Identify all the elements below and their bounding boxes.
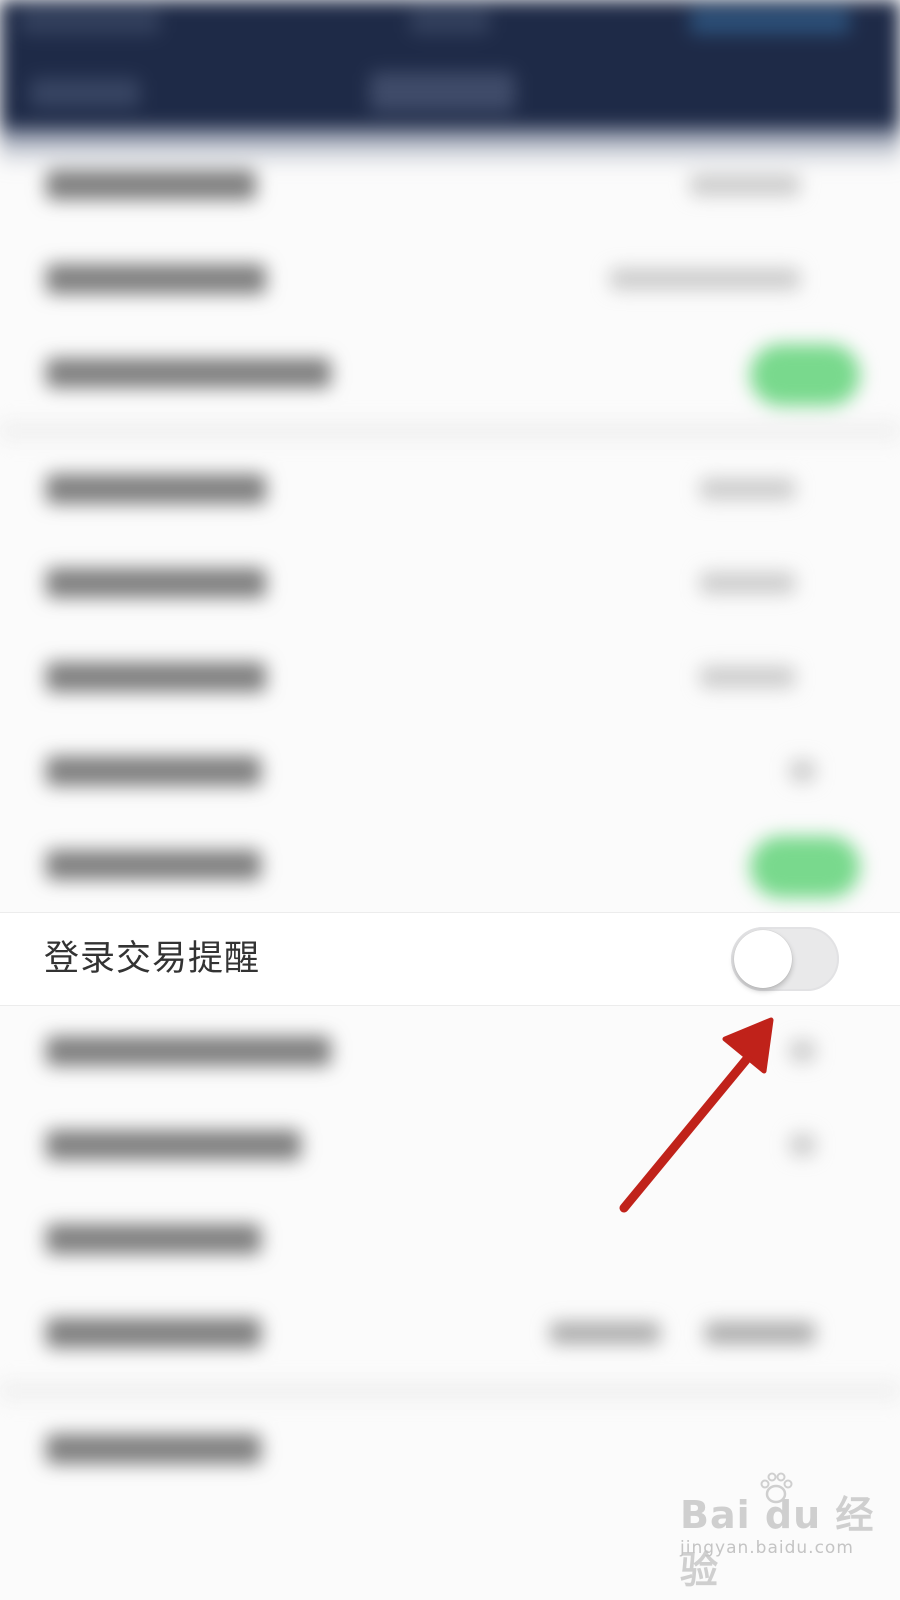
watermark-url: jingyan.baidu.com: [680, 1538, 854, 1558]
paw-icon: [760, 1472, 793, 1504]
app-header: [0, 0, 900, 140]
login-trade-alert-toggle[interactable]: [731, 927, 839, 991]
login-trade-alert-row: 登录交易提醒: [0, 912, 900, 1006]
toggle-knob: [734, 930, 792, 988]
blurred-background: [0, 0, 900, 1600]
settings-screen: 登录交易提醒 Bai du 经验 jingyan.baidu.com: [0, 0, 900, 1600]
login-trade-alert-label: 登录交易提醒: [44, 939, 261, 979]
baidu-watermark: Bai du 经验 jingyan.baidu.com: [680, 1470, 880, 1592]
